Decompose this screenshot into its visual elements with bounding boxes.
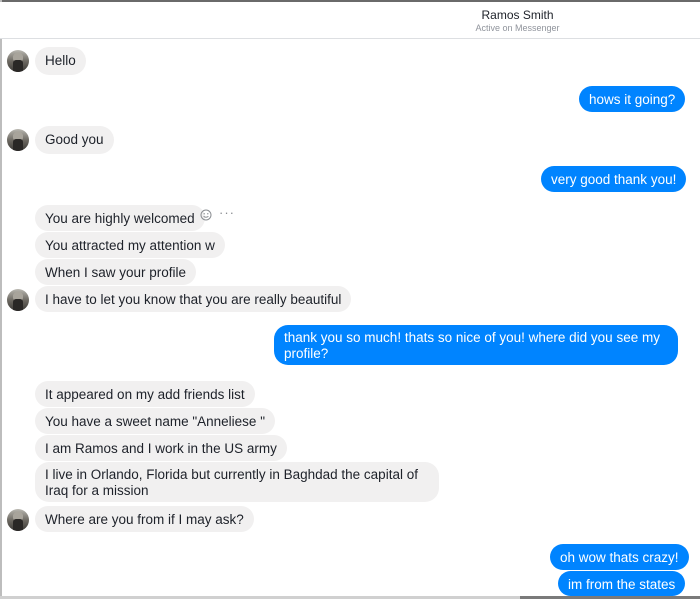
contact-name[interactable]: Ramos Smith [0,8,700,22]
more-icon[interactable]: ··· [219,205,235,220]
conversation-header: Ramos Smith Active on Messenger [0,2,700,39]
frame-left-border [0,0,2,599]
incoming-message[interactable]: I have to let you know that you are real… [35,286,352,312]
contact-status: Active on Messenger [475,23,560,33]
incoming-message[interactable]: You are highly welcomed [35,205,205,231]
smile-icon[interactable] [200,209,212,221]
outgoing-message[interactable]: oh wow thats crazy! [550,544,689,570]
avatar[interactable] [7,129,29,151]
incoming-message[interactable]: Where are you from if I may ask? [35,506,254,532]
outgoing-message[interactable]: very good thank you! [541,166,687,192]
incoming-message[interactable]: Hello [35,47,86,75]
avatar[interactable] [7,50,29,72]
message-actions[interactable]: ··· [200,205,236,225]
outgoing-message[interactable]: im from the states [558,571,686,596]
incoming-message[interactable]: Good you [35,126,114,154]
incoming-message[interactable]: When I saw your profile [35,259,197,285]
avatar[interactable] [7,289,29,311]
incoming-message[interactable]: I live in Orlando, Florida but currently… [35,462,439,502]
incoming-message[interactable]: You have a sweet name "Anneliese " [35,408,275,434]
incoming-message[interactable]: You attracted my attention w [35,232,225,258]
outgoing-message[interactable]: hows it going? [579,86,686,112]
outgoing-message[interactable]: thank you so much! thats so nice of you!… [274,325,678,365]
incoming-message[interactable]: I am Ramos and I work in the US army [35,435,287,461]
incoming-message[interactable]: It appeared on my add friends list [35,381,255,407]
avatar[interactable] [7,509,29,531]
